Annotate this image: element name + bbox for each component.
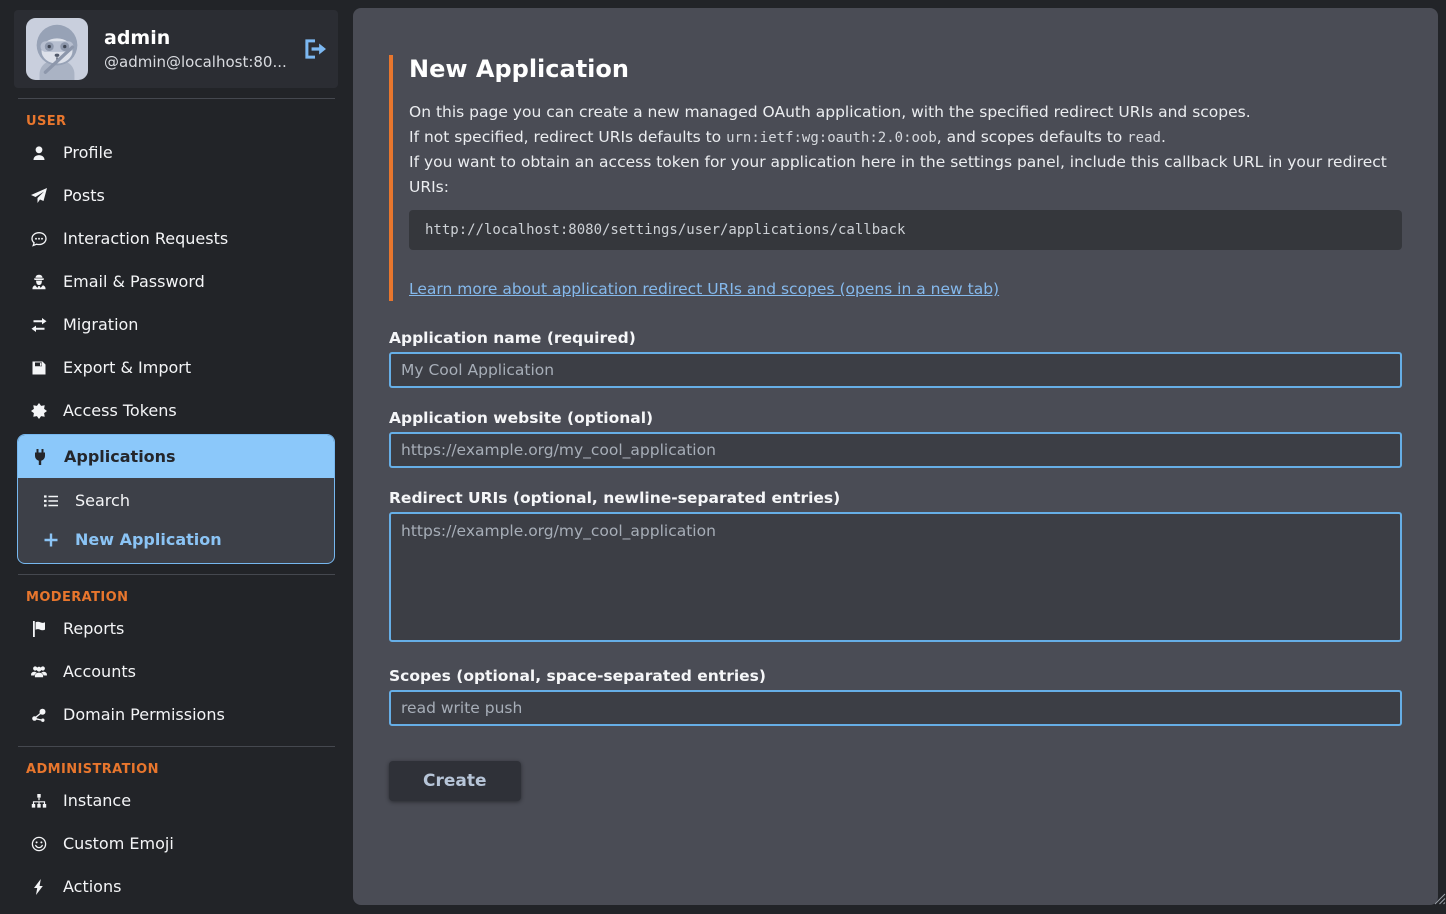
sidebar-item-label: Access Tokens [63,401,177,420]
share-nodes-icon [30,707,48,723]
learn-more-link[interactable]: Learn more about application redirect UR… [409,280,999,298]
sidebar-item-label: New Application [75,530,222,549]
sidebar-item-posts[interactable]: Posts [0,174,353,217]
page-title: New Application [409,55,1402,83]
intro-line-3: If you want to obtain an access token fo… [409,153,1387,196]
scopes-label: Scopes (optional, space-separated entrie… [389,667,1402,685]
intro-line-1: On this page you can create a new manage… [409,103,1251,121]
user-secret-icon [30,274,48,290]
callback-url-codeblock: http://localhost:8080/settings/user/appl… [409,210,1402,250]
sidebar-item-label: Instance [63,791,131,810]
redirect-uris-textarea[interactable] [389,512,1402,642]
sidebar-item-applications[interactable]: Applications [18,435,334,478]
user-names: admin @admin@localhost:80... [104,27,288,71]
new-application-panel: New Application On this page you can cre… [353,8,1438,905]
applications-group: Applications Search New Application [17,434,335,564]
user-icon [30,145,48,161]
sidebar-item-label: Actions [63,877,121,896]
sidebar-item-email-password[interactable]: Email & Password [0,260,353,303]
smile-icon [30,836,48,852]
sidebar-item-domain-permissions[interactable]: Domain Permissions [0,693,353,736]
sidebar-item-new-application[interactable]: New Application [18,520,334,559]
sidebar-item-label: Interaction Requests [63,229,228,248]
sidebar-item-actions[interactable]: Actions [0,865,353,908]
redirect-uris-field: Redirect URIs (optional, newline-separat… [389,489,1402,646]
application-website-label: Application website (optional) [389,409,1402,427]
sign-out-icon[interactable] [304,38,326,60]
inline-code-read: read [1127,130,1161,146]
sidebar-item-label: Custom Emoji [63,834,174,853]
plug-icon [31,449,49,465]
user-handle: @admin@localhost:80... [104,53,288,71]
sidebar-item-instance[interactable]: Instance [0,779,353,822]
intro-line-2: If not specified, redirect URIs defaults… [409,128,726,146]
sidebar-item-label: Email & Password [63,272,205,291]
sidebar-item-accounts[interactable]: Accounts [0,650,353,693]
floppy-disk-icon [30,360,48,376]
intro-text: On this page you can create a new manage… [409,100,1402,199]
sidebar-item-interaction-requests[interactable]: Interaction Requests [0,217,353,260]
new-application-form: Application name (required) Application … [389,329,1402,801]
settings-sidebar: admin @admin@localhost:80... USER Profil… [0,0,353,914]
sidebar-item-label: Applications [64,447,176,466]
sloth-avatar [26,18,88,80]
redirect-uris-label: Redirect URIs (optional, newline-separat… [389,489,1402,507]
application-name-input[interactable] [389,352,1402,388]
sidebar-item-access-tokens[interactable]: Access Tokens [0,389,353,432]
scopes-field: Scopes (optional, space-separated entrie… [389,667,1402,726]
sidebar-item-label: Search [75,491,130,510]
inline-code-oob: urn:ietf:wg:oauth:2.0:oob [726,130,937,146]
certificate-icon [30,403,48,419]
application-name-label: Application name (required) [389,329,1402,347]
sitemap-icon [30,793,48,809]
sidebar-item-migration[interactable]: Migration [0,303,353,346]
bolt-icon [30,879,48,895]
create-button[interactable]: Create [389,761,521,801]
sidebar-item-custom-emoji[interactable]: Custom Emoji [0,822,353,865]
sidebar-item-export-import[interactable]: Export & Import [0,346,353,389]
sidebar-item-label: Export & Import [63,358,191,377]
sidebar-item-search[interactable]: Search [18,481,334,520]
sidebar-item-label: Posts [63,186,105,205]
plus-icon [42,532,60,548]
resize-grip-icon[interactable] [1432,891,1446,905]
sidebar-item-reports[interactable]: Reports [0,607,353,650]
application-website-input[interactable] [389,432,1402,468]
sidebar-item-profile[interactable]: Profile [0,131,353,174]
user-card[interactable]: admin @admin@localhost:80... [14,10,338,88]
paper-plane-icon [30,188,48,204]
users-icon [30,664,48,680]
sidebar-divider [18,574,335,575]
flag-icon [30,621,48,637]
application-name-field: Application name (required) [389,329,1402,388]
sidebar-item-label: Accounts [63,662,136,681]
list-icon [42,493,60,509]
sidebar-divider [18,746,335,747]
section-header-user: USER [26,114,353,129]
user-display-name: admin [104,27,288,49]
sidebar-item-label: Profile [63,143,113,162]
section-header-administration: ADMINISTRATION [26,762,353,777]
sidebar-divider [18,98,335,99]
applications-submenu: Search New Application [18,478,334,563]
section-header-moderation: MODERATION [26,590,353,605]
sidebar-item-label: Migration [63,315,138,334]
exchange-arrows-icon [30,317,48,333]
page-header-block: New Application On this page you can cre… [389,55,1402,301]
application-website-field: Application website (optional) [389,409,1402,468]
sidebar-item-label: Reports [63,619,124,638]
scopes-input[interactable] [389,690,1402,726]
comment-dots-icon [30,231,48,247]
main-area: New Application On this page you can cre… [353,0,1446,914]
sidebar-item-label: Domain Permissions [63,705,225,724]
